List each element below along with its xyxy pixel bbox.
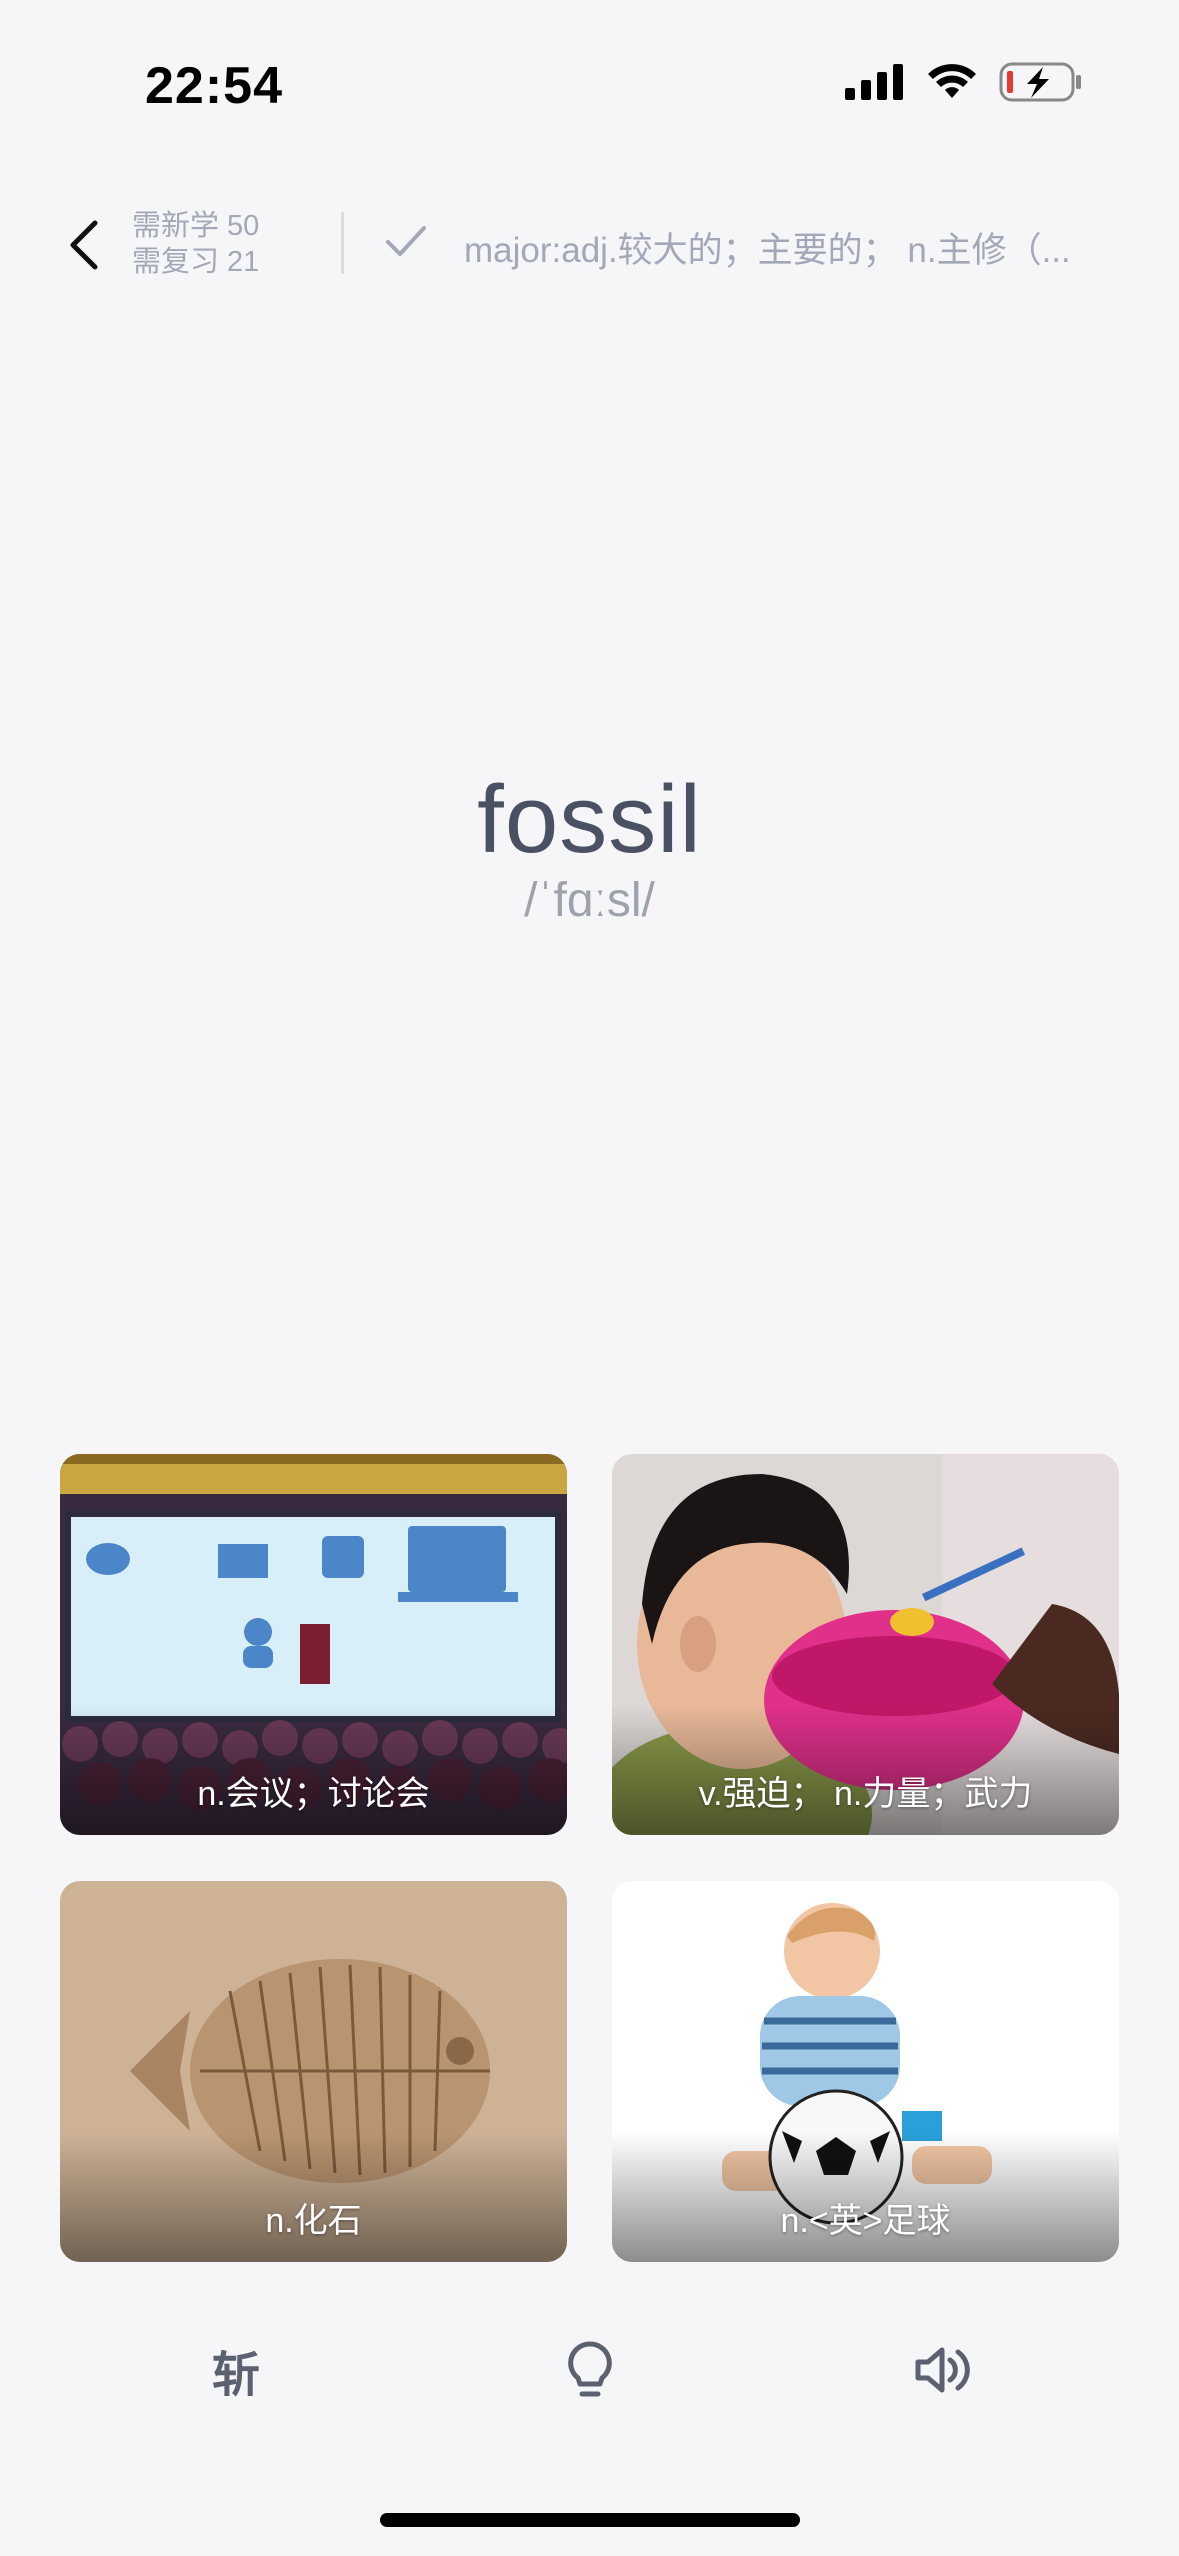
option-card-conference[interactable]: n.会议；讨论会	[60, 1454, 567, 1835]
option-card-force[interactable]: v.强迫； n.力量；武力	[612, 1454, 1119, 1835]
sound-button[interactable]	[892, 2320, 992, 2420]
option-card-fossil[interactable]: n.化石	[60, 1881, 567, 2262]
word-phonetic[interactable]: /ˈfɑːsl/	[0, 873, 1179, 928]
progress-counts: 需新学 50 需复习 21	[132, 208, 259, 280]
status-icons	[845, 62, 1083, 102]
home-indicator[interactable]	[380, 2513, 800, 2527]
status-time: 22:54	[145, 57, 283, 115]
wifi-icon	[928, 64, 976, 98]
header-divider	[341, 212, 344, 274]
option-label: n.化石	[265, 2202, 362, 2240]
previous-word[interactable]: major:adj.较大的；主要的； n.主修（...	[464, 222, 1114, 273]
hint-button[interactable]	[540, 2320, 640, 2420]
option-label: n.会议；讨论会	[197, 1775, 430, 1813]
back-button[interactable]	[44, 210, 124, 280]
battery-charging-icon	[999, 62, 1081, 102]
option-label: v.强迫； n.力量；武力	[698, 1775, 1033, 1813]
speaker-icon	[915, 2347, 970, 2393]
review-words-count: 需复习 21	[132, 246, 260, 278]
chop-button[interactable]: 斩	[186, 2320, 286, 2420]
option-label: n.<英>足球	[780, 2202, 951, 2240]
word-text: fossil	[477, 766, 702, 873]
check-icon	[386, 226, 426, 256]
option-card-football[interactable]: n.<英>足球	[612, 1881, 1119, 2262]
new-words-count: 需新学 50	[132, 210, 260, 242]
chevron-left-icon	[70, 220, 98, 270]
lightbulb-icon	[568, 2341, 612, 2397]
cellular-signal-icon	[845, 64, 903, 100]
